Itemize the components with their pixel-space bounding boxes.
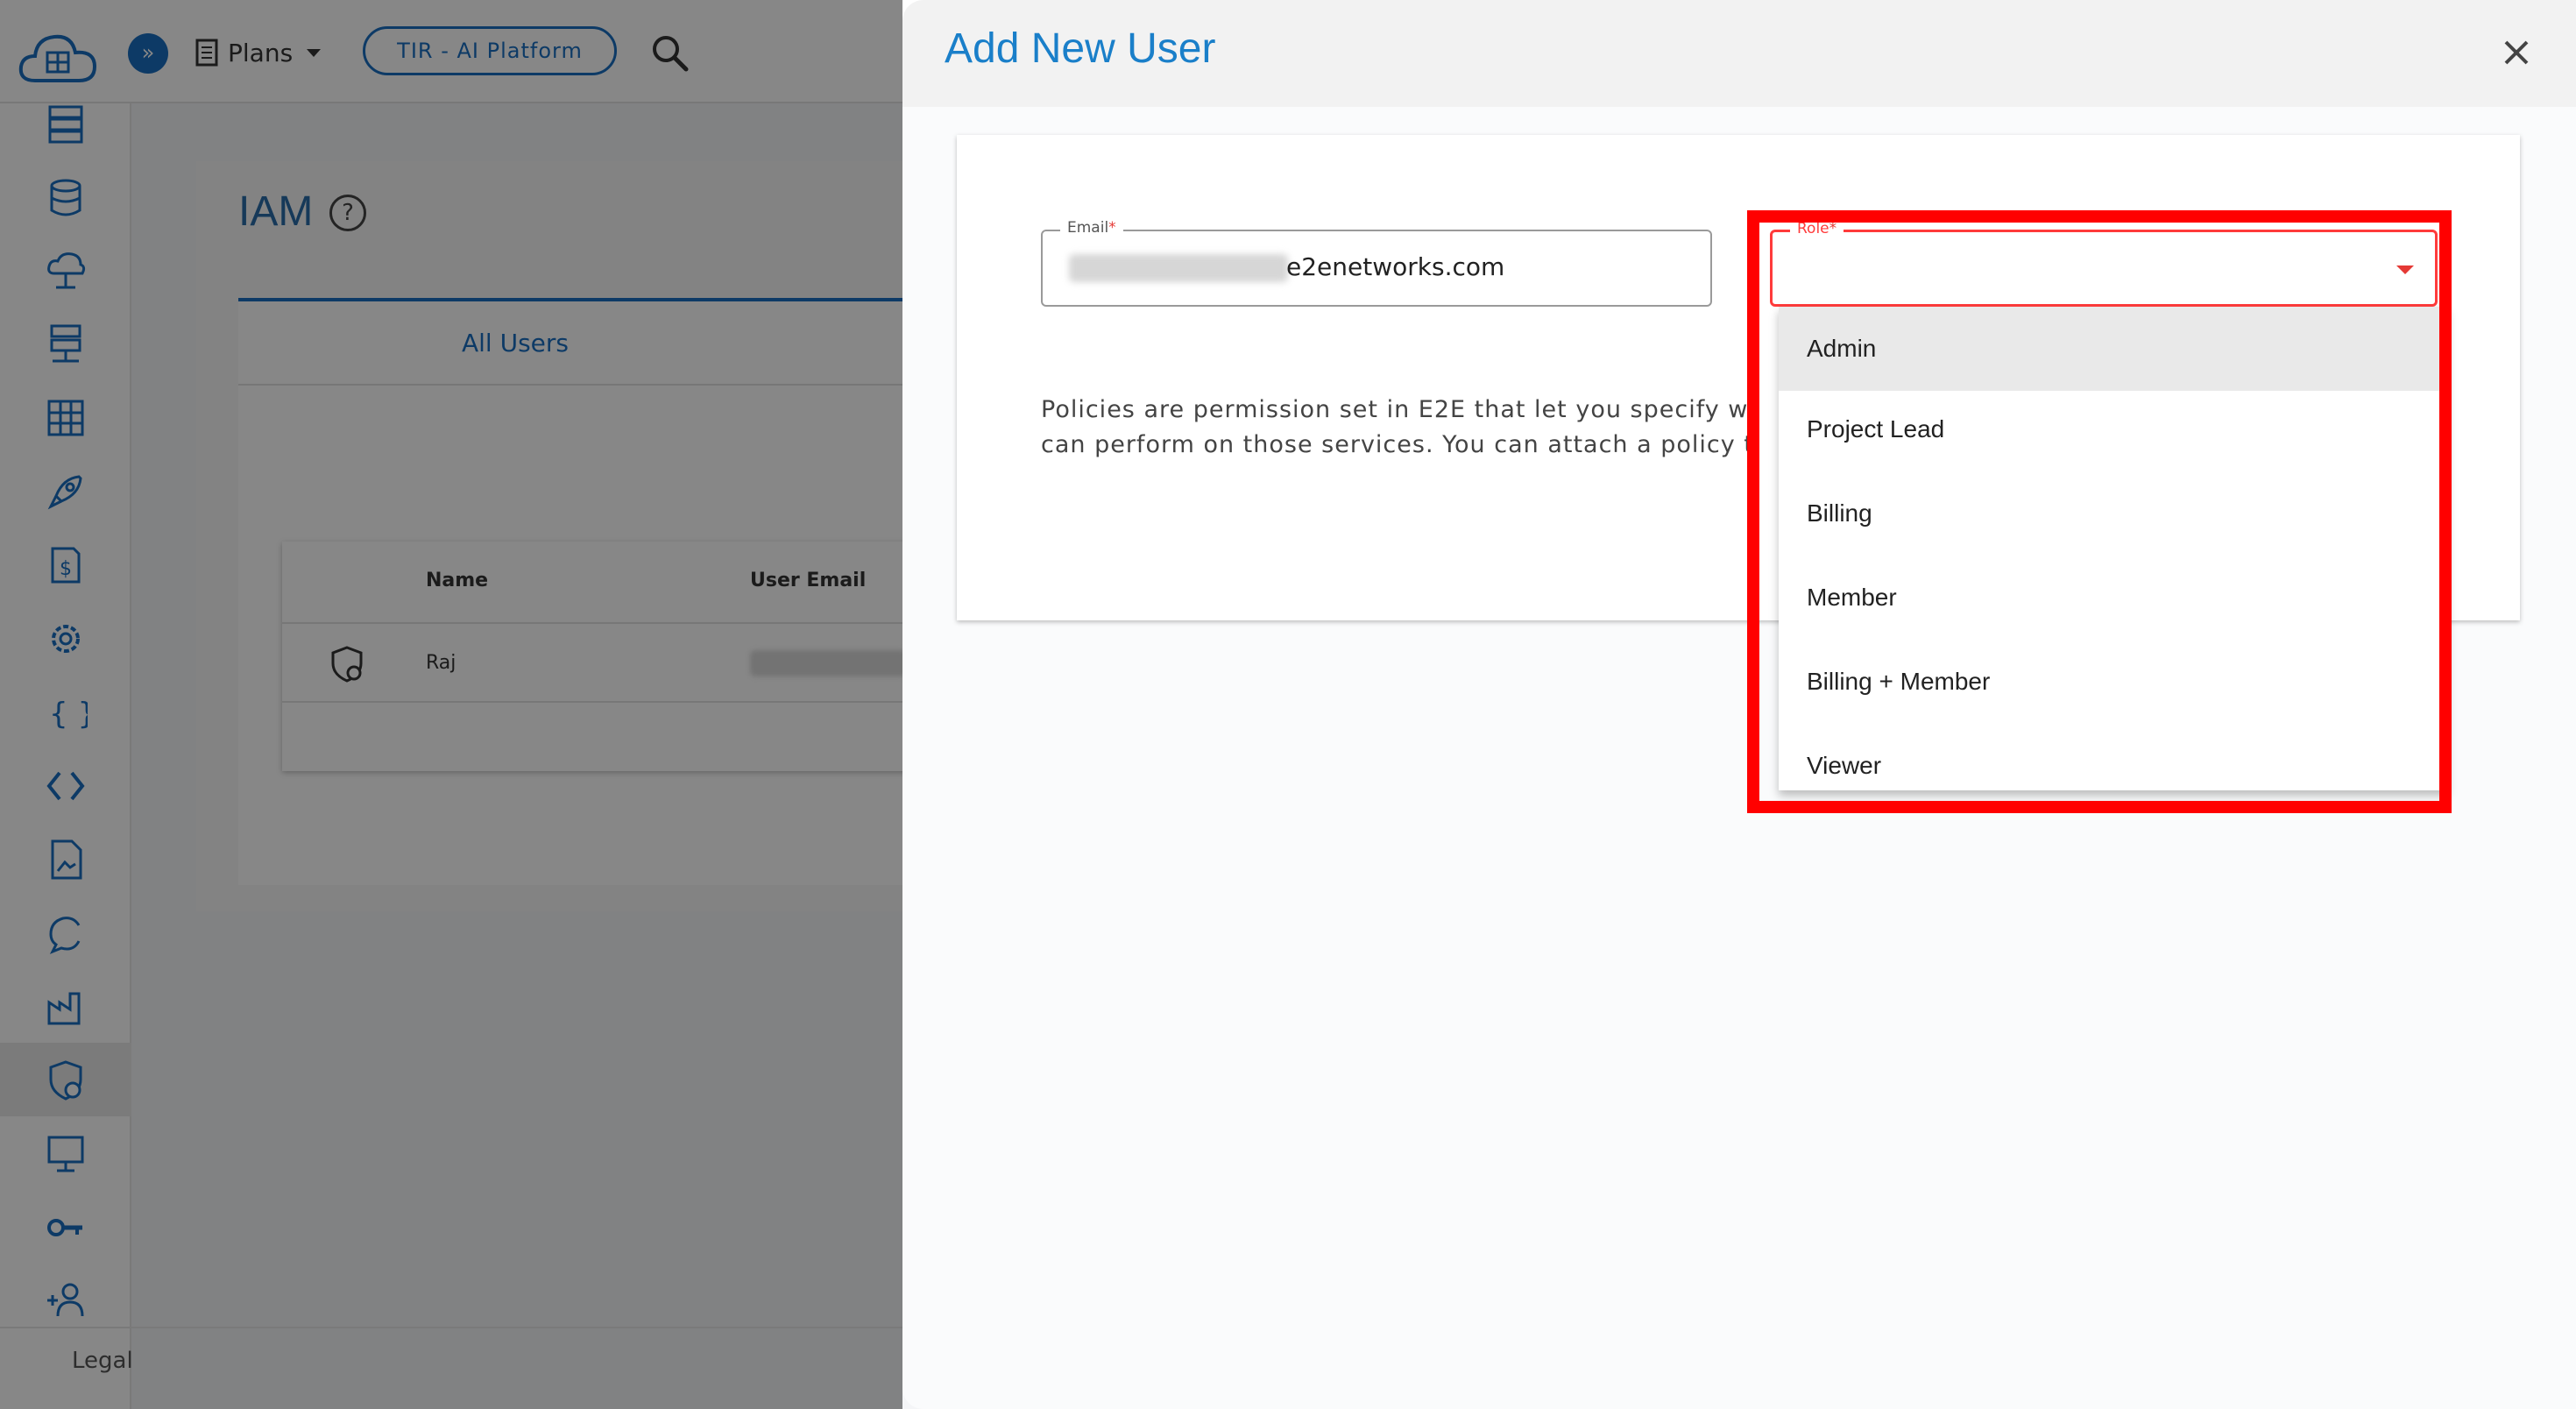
modal-backdrop[interactable] <box>0 0 902 1409</box>
email-redacted <box>1069 254 1288 282</box>
email-label: Email* <box>1060 219 1123 237</box>
drawer-header: Add New User <box>902 0 2576 107</box>
email-field[interactable]: Email* e2enetworks.com <box>1041 219 1712 307</box>
drawer-title: Add New User <box>945 25 1216 72</box>
email-input-value: e2enetworks.com <box>1286 252 1505 281</box>
highlight-annotation <box>1747 210 2452 813</box>
policy-description: Policies are permission set in E2E that … <box>1041 396 1754 458</box>
close-icon[interactable] <box>2499 35 2534 70</box>
